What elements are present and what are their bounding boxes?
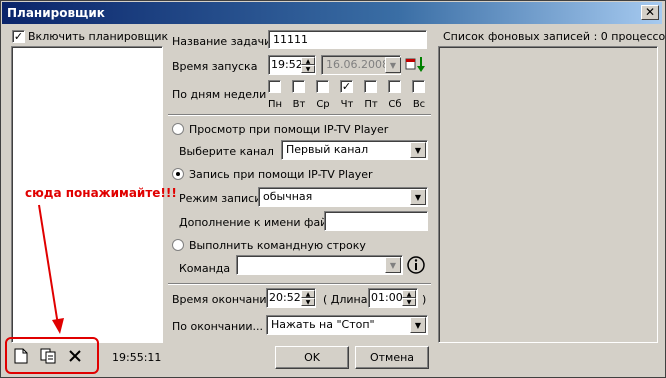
view-mode-radio[interactable] [172,123,184,135]
command-mode-radio[interactable] [172,239,184,251]
delete-icon[interactable] [68,348,84,366]
separator [168,283,431,285]
day-label: Ср [316,99,330,110]
end-time-spin-down[interactable]: ▼ [301,298,315,306]
start-time-spin-down[interactable]: ▼ [301,65,315,73]
task-name-label: Название задачи [172,35,272,48]
processes-label: процессов [611,30,666,43]
day-checkbox[interactable]: ✓ [340,80,353,93]
info-icon[interactable] [406,255,426,275]
duration-spin-up[interactable]: ▲ [402,290,416,298]
end-time-value: 20:52 [269,291,301,304]
window-title: Планировщик [7,6,105,20]
end-time-label: Время окончания [172,293,274,306]
background-records-label: Список фоновых записей : 0 процессов [443,30,666,43]
day-checkbox[interactable] [292,80,305,93]
command-label: Команда [179,262,231,275]
background-records-list[interactable] [438,46,658,343]
record-mode-radio[interactable] [172,168,184,180]
new-document-icon[interactable] [14,348,30,366]
duration-label: ( Длина [323,293,368,306]
channel-dropdown-button[interactable]: ▼ [410,142,426,158]
start-time-spin-up[interactable]: ▲ [301,57,315,65]
on-end-value: Нажать на "Стоп" [271,318,375,331]
day-label: Вт [292,99,306,110]
day-label: Сб [388,99,402,110]
days-label: По дням недели [172,88,267,101]
duration-close-paren: ) [422,293,427,306]
filename-suffix-input[interactable] [324,211,428,231]
channel-select[interactable]: Первый канал [281,140,428,160]
process-count: 0 [600,30,608,43]
start-time-label: Время запуска [172,60,258,73]
annotation-arrow [38,204,64,334]
day-checkbox[interactable] [364,80,377,93]
channel-label: Выберите канал [179,145,274,158]
copy-icon[interactable] [40,348,58,366]
record-mode-label: Режим записи [179,192,262,205]
duration-spin-down[interactable]: ▼ [402,298,416,306]
start-time-value: 19:52 [271,58,303,71]
sort-down-icon[interactable] [416,55,426,73]
record-mode-select[interactable]: обычная [258,187,428,207]
start-date-dropdown[interactable]: ▼ [385,57,401,73]
view-mode-label: Просмотр при помощи IP-TV Player [189,123,389,136]
on-end-label: По окончании... [172,320,264,333]
day-label: Чт [340,99,354,110]
title-bar[interactable]: Планировщик [2,2,662,24]
command-dropdown-button[interactable]: ▼ [385,257,401,273]
record-mode-value: обычная [263,190,313,203]
day-checkbox[interactable] [268,80,281,93]
background-records-text: Список фоновых записей : [443,30,598,43]
current-time: 19:55:11 [112,351,162,364]
command-mode-label: Выполнить командную строку [189,239,366,252]
day-label: Пн [267,99,283,110]
day-label: Вс [412,99,426,110]
duration-value: 01:00 [371,291,403,304]
filename-suffix-label: Дополнение к имени файла [179,216,342,229]
annotation-text: сюда понажимайте!!! [25,186,177,200]
day-checkbox[interactable] [412,80,425,93]
command-select[interactable] [236,255,403,275]
end-time-spin-up[interactable]: ▲ [301,290,315,298]
close-button[interactable]: ✕ [641,5,659,20]
close-icon: ✕ [644,5,656,19]
day-checkbox[interactable] [388,80,401,93]
record-mode-dropdown-button[interactable]: ▼ [410,189,426,205]
channel-value: Первый канал [286,143,369,156]
on-end-dropdown-button[interactable]: ▼ [410,317,426,333]
enable-scheduler-checkbox[interactable]: ✓ [12,30,25,43]
task-name-input[interactable]: 11111 [268,30,427,49]
on-end-select[interactable]: Нажать на "Стоп" [266,315,428,335]
separator [168,114,431,116]
day-label: Пт [364,99,378,110]
record-mode-radio-label: Запись при помощи IP-TV Player [189,168,373,181]
ok-button[interactable]: OK [275,346,349,369]
cancel-button[interactable]: Отмена [355,346,429,369]
day-checkbox[interactable] [316,80,329,93]
enable-scheduler-label: Включить планировщик [28,30,169,43]
